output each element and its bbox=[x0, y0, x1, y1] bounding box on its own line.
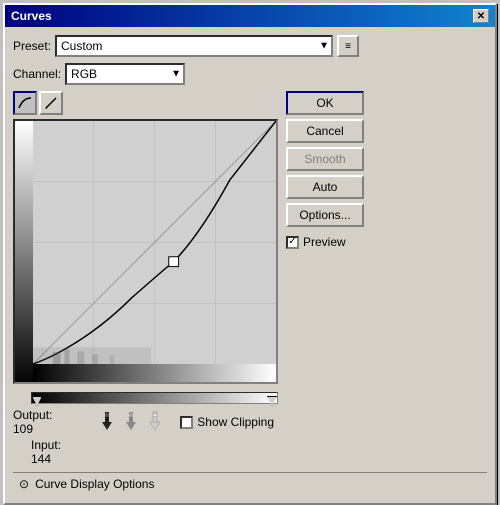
channel-value: RGB bbox=[71, 67, 97, 81]
output-value: 109 bbox=[13, 422, 52, 436]
white-eyedropper-button[interactable] bbox=[146, 410, 164, 435]
output-gradient bbox=[15, 121, 33, 384]
main-content: Output: 109 bbox=[13, 91, 487, 466]
ok-button[interactable]: OK bbox=[286, 91, 364, 115]
preset-arrow-icon: ▼ bbox=[319, 41, 329, 52]
white-eyedropper-icon bbox=[146, 410, 164, 430]
gray-eyedropper-icon bbox=[122, 410, 140, 430]
input-value: 144 bbox=[31, 452, 51, 466]
curves-svg bbox=[33, 121, 276, 364]
left-panel: Output: 109 bbox=[13, 91, 278, 466]
cancel-button[interactable]: Cancel bbox=[286, 119, 364, 143]
preset-label: Preset: bbox=[13, 39, 51, 53]
curves-graph[interactable] bbox=[13, 119, 278, 384]
curve-tool-icon bbox=[17, 96, 33, 110]
slider-black-point[interactable] bbox=[32, 396, 42, 406]
title-bar: Curves ✕ bbox=[5, 5, 495, 27]
preview-checkbox[interactable]: ✓ bbox=[286, 236, 299, 249]
pencil-tool-button[interactable] bbox=[39, 91, 63, 115]
auto-button[interactable]: Auto bbox=[286, 175, 364, 199]
show-clipping-label: Show Clipping bbox=[197, 415, 274, 429]
preset-row: Preset: Custom ▼ ≡ bbox=[13, 35, 487, 57]
show-clipping-container: Show Clipping bbox=[180, 415, 278, 429]
options-button[interactable]: Options... bbox=[286, 203, 364, 227]
smooth-button[interactable]: Smooth bbox=[286, 147, 364, 171]
preset-select[interactable]: Custom ▼ bbox=[55, 35, 333, 57]
tool-row bbox=[13, 91, 278, 115]
curve-display-label: Curve Display Options bbox=[35, 477, 154, 491]
right-panel: OK Cancel Smooth Auto Options... ✓ Previ… bbox=[286, 91, 366, 466]
curves-dialog: Curves ✕ Preset: Custom ▼ ≡ Channel: RGB… bbox=[3, 3, 497, 505]
channel-arrow-icon: ▼ bbox=[171, 69, 181, 80]
input-gradient bbox=[33, 364, 276, 382]
tools-row: Show Clipping bbox=[98, 410, 278, 435]
preview-check-mark: ✓ bbox=[288, 237, 296, 247]
output-label: Output: bbox=[13, 408, 52, 422]
input-block: Input: 144 bbox=[13, 438, 278, 466]
black-eyedropper-button[interactable] bbox=[98, 410, 116, 435]
slider-white-point[interactable] bbox=[267, 396, 277, 406]
window-title: Curves bbox=[11, 9, 52, 23]
expand-icon: ⊙ bbox=[19, 477, 29, 491]
close-button[interactable]: ✕ bbox=[473, 9, 489, 23]
input-label: Input: bbox=[31, 438, 61, 452]
channel-label: Channel: bbox=[13, 67, 61, 81]
preview-row: ✓ Preview bbox=[286, 235, 366, 249]
channel-select[interactable]: RGB ▼ bbox=[65, 63, 185, 85]
preset-options-button[interactable]: ≡ bbox=[337, 35, 359, 57]
bottom-labels: Output: 109 bbox=[13, 408, 278, 436]
show-clipping-checkbox[interactable] bbox=[180, 416, 193, 429]
slider-row bbox=[13, 392, 278, 404]
channel-row: Channel: RGB ▼ bbox=[13, 63, 487, 85]
preset-value: Custom bbox=[61, 39, 102, 53]
preview-label: Preview bbox=[303, 235, 346, 249]
output-block: Output: 109 bbox=[13, 408, 56, 436]
bottom-area: Output: 109 bbox=[13, 390, 278, 466]
black-eyedropper-icon bbox=[98, 410, 116, 430]
pencil-tool-icon bbox=[44, 96, 58, 110]
curve-tool-button[interactable] bbox=[13, 91, 37, 115]
input-slider-track[interactable] bbox=[31, 392, 278, 404]
curve-display-options-row[interactable]: ⊙ Curve Display Options bbox=[13, 472, 487, 495]
gray-eyedropper-button[interactable] bbox=[122, 410, 140, 435]
